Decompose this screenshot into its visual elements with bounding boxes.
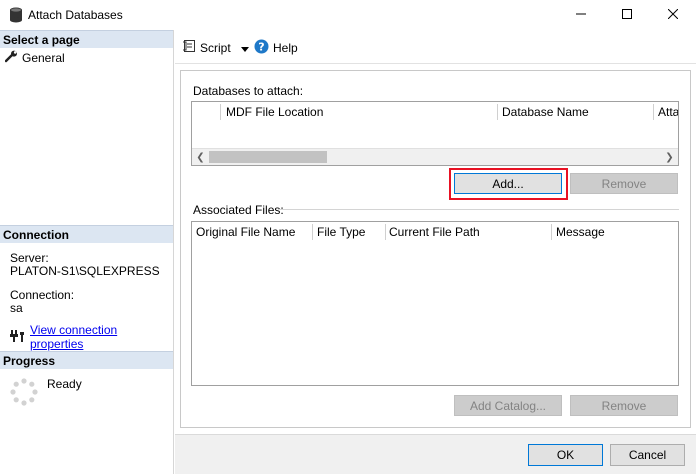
minimize-icon xyxy=(576,8,586,22)
column-header-file-type[interactable]: File Type xyxy=(317,225,382,239)
column-header-mdf-file-location[interactable]: MDF File Location xyxy=(226,105,486,119)
add-button-highlight xyxy=(449,168,568,200)
add-catalog-button[interactable]: Add Catalog... xyxy=(454,395,562,416)
database-icon xyxy=(9,7,23,23)
close-icon xyxy=(667,8,679,22)
databases-to-attach-label: Databases to attach: xyxy=(193,84,304,98)
group-divider xyxy=(278,209,679,210)
page-item-general[interactable]: General xyxy=(4,50,65,66)
toolbar: Script ? Help xyxy=(175,30,696,64)
column-separator xyxy=(385,224,386,240)
associated-files-label: Associated Files: xyxy=(193,203,284,217)
dropdown-arrow-icon[interactable] xyxy=(240,41,249,55)
scrollbar-thumb[interactable] xyxy=(209,151,327,163)
connection-properties-icon xyxy=(9,329,25,346)
select-page-header: Select a page xyxy=(0,30,173,48)
column-separator xyxy=(312,224,313,240)
progress-spinner-icon xyxy=(9,377,39,407)
script-button[interactable]: Script xyxy=(182,39,249,56)
databases-grid[interactable]: MDF File Location Database Name Atta ❮ ❯ xyxy=(191,101,679,166)
wrench-icon xyxy=(4,50,18,66)
databases-grid-hscrollbar[interactable]: ❮ ❯ xyxy=(192,148,678,165)
scroll-left-arrow-icon[interactable]: ❮ xyxy=(192,149,209,165)
column-header-current-file-path[interactable]: Current File Path xyxy=(389,225,544,239)
view-connection-properties-link[interactable]: View connection properties xyxy=(30,323,173,351)
progress-status: Ready xyxy=(47,377,82,391)
column-header-database-name[interactable]: Database Name xyxy=(502,105,647,119)
server-label: Server: xyxy=(10,251,49,265)
script-icon xyxy=(182,39,196,56)
maximize-icon xyxy=(622,8,632,22)
column-separator xyxy=(220,104,221,120)
server-value: PLATON-S1\SQLEXPRESS xyxy=(10,264,160,278)
column-separator xyxy=(497,104,498,120)
title-bar: Attach Databases xyxy=(0,0,696,30)
close-button[interactable] xyxy=(650,0,696,30)
left-pane: Select a page General Connection Server:… xyxy=(0,30,174,474)
minimize-button[interactable] xyxy=(558,0,604,30)
connection-header: Connection xyxy=(0,225,173,243)
help-icon: ? xyxy=(254,39,269,57)
remove-database-button[interactable]: Remove xyxy=(570,173,678,194)
column-header-message[interactable]: Message xyxy=(556,225,676,239)
maximize-button[interactable] xyxy=(604,0,650,30)
help-button[interactable]: ? Help xyxy=(254,39,298,57)
progress-header: Progress xyxy=(0,351,173,369)
connection-label: Connection: xyxy=(10,288,75,302)
column-header-attach-as[interactable]: Atta xyxy=(658,105,678,119)
remove-file-button[interactable]: Remove xyxy=(570,395,678,416)
column-header-original-file-name[interactable]: Original File Name xyxy=(196,225,308,239)
help-label: Help xyxy=(273,41,298,55)
page-item-label: General xyxy=(22,51,65,65)
script-label: Script xyxy=(200,40,231,55)
window-title: Attach Databases xyxy=(28,8,123,22)
view-connection-properties[interactable]: View connection properties xyxy=(9,323,173,351)
scroll-right-arrow-icon[interactable]: ❯ xyxy=(661,149,678,165)
associated-files-grid[interactable]: Original File Name File Type Current Fil… xyxy=(191,221,679,386)
column-separator xyxy=(551,224,552,240)
cancel-button[interactable]: Cancel xyxy=(610,444,685,466)
column-separator xyxy=(653,104,654,120)
dialog-footer: OK Cancel xyxy=(175,434,696,474)
ok-button[interactable]: OK xyxy=(528,444,603,466)
svg-text:?: ? xyxy=(258,41,264,54)
connection-value: sa xyxy=(10,301,23,315)
